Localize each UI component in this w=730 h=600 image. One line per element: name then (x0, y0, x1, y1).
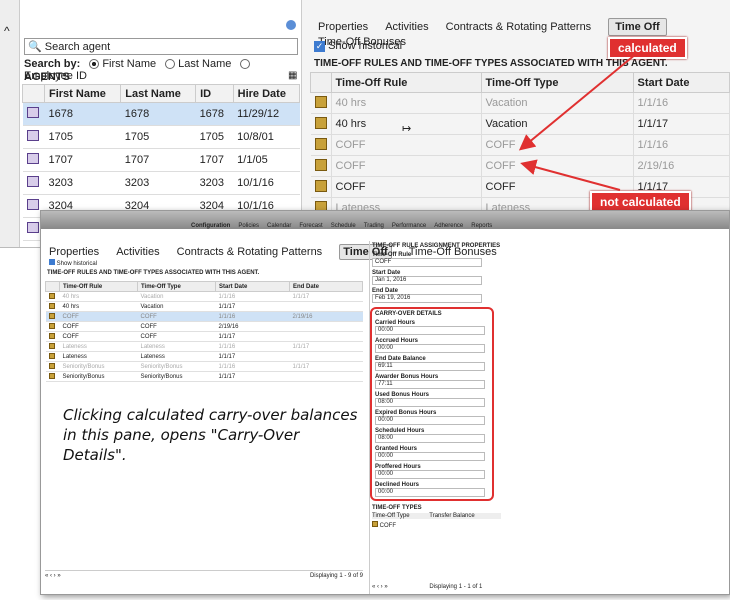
coff-icon (372, 521, 378, 527)
rule-icon (48, 352, 55, 359)
carry-over-details-box: CARRY-OVER DETAILS Carried Hours 00:00 Acc… (370, 307, 494, 501)
inset-tab-contracts[interactable]: Contracts & Rotating Patterns (177, 246, 323, 258)
inset-show-historical[interactable]: Show historical (49, 259, 97, 267)
inset-pager: « ‹ › » Displaying 1 - 9 of 9 (45, 570, 363, 579)
inset-rule-row[interactable]: Lateness Lateness 1/1/17 (45, 351, 363, 362)
field-value[interactable]: 08:00 (375, 398, 485, 407)
inset-checkbox[interactable] (49, 259, 55, 265)
inset-rule-row[interactable]: COFF COFF 1/1/16 2/19/16 (45, 311, 363, 322)
nav-item[interactable]: Forecast (299, 223, 322, 229)
rule-icon (48, 312, 55, 319)
field-value[interactable]: Jan 1, 2016 (372, 276, 482, 285)
field-value[interactable]: 00:00 (375, 344, 485, 353)
nav-item[interactable]: Policies (238, 223, 259, 229)
inset-rules-table: Time-Off Rule Time-Off Type Start Date E… (45, 281, 363, 382)
inset-rule-row[interactable]: Seniority/Bonus Seniority/Bonus 1/1/17 (45, 371, 363, 382)
arrow-not-calculated (520, 159, 621, 191)
properties-panel: TIME-OFF RULE ASSIGNMENT PROPERTIES Time… (369, 241, 501, 594)
rule-icon (48, 362, 55, 369)
inset-col-rule[interactable]: Time-Off Rule (59, 281, 138, 292)
field-value[interactable]: 69:11 (375, 362, 485, 371)
inset-rule-row[interactable]: Lateness Lateness 1/1/16 1/1/17 (45, 341, 363, 352)
field-value[interactable]: Feb 19, 2016 (372, 294, 482, 303)
types-header: Time-Off Type Transfer Balance (372, 513, 501, 519)
pager-controls[interactable]: « ‹ › » (45, 573, 61, 579)
nav-item[interactable]: Reports (471, 223, 492, 229)
rule-icon (48, 372, 55, 379)
arrow-calculated (518, 53, 637, 151)
field-value[interactable]: COFF (372, 258, 482, 267)
rule-icon (48, 322, 55, 329)
field-value[interactable]: 00:00 (375, 488, 485, 497)
field-value[interactable]: 77:11 (375, 380, 485, 389)
inset-rule-row[interactable]: Seniority/Bonus Seniority/Bonus 1/1/16 1… (45, 361, 363, 372)
nav-item[interactable]: Configuration (191, 223, 230, 229)
inset-rule-row[interactable]: COFF COFF 2/19/16 (45, 321, 363, 332)
rule-icon (48, 292, 55, 299)
nav-item[interactable]: Adherence (434, 223, 463, 229)
rule-icon (48, 332, 55, 339)
field-value[interactable]: 00:00 (375, 452, 485, 461)
field-value[interactable]: 00:00 (375, 326, 485, 335)
field-value[interactable]: 00:00 (375, 470, 485, 479)
nav-item[interactable]: Calendar (267, 223, 291, 229)
inset-screenshot: Configuration Policies Calendar Forecast Sch… (40, 210, 730, 595)
types-pager: « ‹ › » Displaying 1 - 1 of 1 (372, 584, 483, 590)
field-value[interactable]: 00:00 (375, 416, 485, 425)
nav-bar: Configuration Policies Calendar Forecast Sch… (41, 211, 729, 229)
inset-rule-row[interactable]: COFF COFF 1/1/17 (45, 331, 363, 342)
inset-tab-activities[interactable]: Activities (116, 246, 159, 258)
rule-icon (48, 342, 55, 349)
inset-tab-properties[interactable]: Properties (49, 246, 99, 258)
inset-rule-row[interactable]: 40 hrs Vacation 1/1/17 (45, 301, 363, 312)
nav-item[interactable]: Schedule (331, 223, 356, 229)
types-row[interactable]: COFF (372, 521, 501, 529)
rule-icon (48, 302, 55, 309)
inset-col-end[interactable]: End Date (289, 281, 363, 292)
inset-col-start[interactable]: Start Date (215, 281, 290, 292)
nav-item[interactable]: Performance (392, 223, 426, 229)
inset-section-title: TIME-OFF RULES AND TIME-OFF TYPES ASSOCI… (47, 270, 260, 276)
callout-text: Clicking calculated carry-over balances … (63, 405, 363, 465)
field-value[interactable]: 08:00 (375, 434, 485, 443)
nav-item[interactable]: Trading (364, 223, 384, 229)
inset-rule-row[interactable]: 40 hrs Vacation 1/1/16 1/1/17 (45, 291, 363, 302)
inset-col-type[interactable]: Time-Off Type (137, 281, 216, 292)
